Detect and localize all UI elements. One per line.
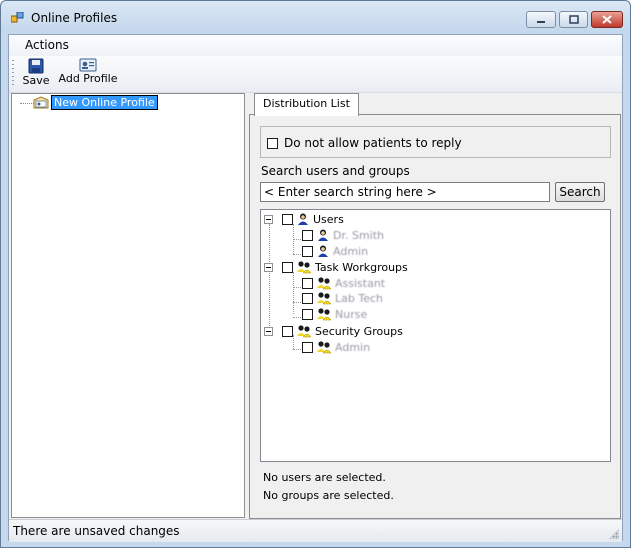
tree-label-user: Dr. Smith (333, 228, 385, 242)
main-window: Online Profiles Actions Save Add Profile… (0, 0, 631, 548)
users-checkbox[interactable] (282, 213, 293, 225)
tree-connector (293, 287, 301, 288)
tree-label-workgroup: Lab Tech (335, 291, 383, 305)
tree-connector (293, 272, 294, 314)
resize-grip[interactable] (609, 529, 619, 539)
workgroup-checkbox[interactable] (302, 277, 313, 289)
user-icon (298, 213, 308, 225)
users-groups-tree[interactable]: Users Dr. Smith Admin Task Workgroups As… (260, 209, 611, 462)
collapse-toggle[interactable] (264, 262, 273, 272)
close-button[interactable] (591, 11, 623, 28)
tree-connector (293, 317, 301, 318)
tree-connector (20, 103, 34, 104)
group-icon (317, 292, 332, 305)
workgroup-checkbox[interactable] (302, 308, 313, 320)
tree-node-security-groups[interactable]: Security Groups (264, 323, 403, 339)
tree-label-task-workgroups: Task Workgroups (315, 260, 408, 274)
tree-label-workgroup: Assistant (335, 276, 386, 290)
no-reply-checkbox[interactable] (267, 138, 278, 149)
tree-node-workgroup[interactable]: Lab Tech (302, 290, 383, 306)
search-input[interactable] (260, 182, 550, 202)
menu-actions[interactable]: Actions (19, 37, 75, 53)
user-icon (318, 229, 328, 241)
status-bar: There are unsaved changes (9, 519, 622, 542)
window-title: Online Profiles (31, 11, 118, 25)
security-group-checkbox[interactable] (302, 341, 313, 353)
tab-panel-distribution-list: Do not allow patients to reply Search us… (249, 114, 621, 519)
client-area: Actions Save Add Profile New Online Prof… (8, 34, 623, 542)
floppy-disk-icon (28, 58, 44, 74)
save-label: Save (22, 74, 50, 87)
tree-label-security-group: Admin (335, 340, 371, 354)
add-profile-label: Add Profile (58, 72, 118, 85)
tree-label-users: Users (313, 212, 344, 226)
task-workgroups-checkbox[interactable] (282, 261, 293, 273)
group-icon (317, 308, 332, 321)
tree-connector (269, 224, 270, 332)
tree-node-task-workgroups[interactable]: Task Workgroups (264, 259, 408, 275)
profile-item-new-online-profile[interactable]: New Online Profile (51, 95, 158, 110)
user-checkbox[interactable] (302, 229, 313, 241)
group-icon (297, 261, 312, 274)
menu-bar: Actions (9, 35, 622, 56)
tree-connector (293, 254, 301, 255)
tree-connector (293, 302, 301, 303)
reply-option-box: Do not allow patients to reply (260, 126, 611, 158)
search-button[interactable]: Search (555, 182, 605, 202)
tree-connector (293, 349, 301, 350)
workgroup-checkbox[interactable] (302, 292, 313, 304)
user-icon (318, 245, 328, 257)
tree-node-user[interactable]: Dr. Smith (302, 227, 384, 243)
save-button[interactable]: Save (21, 58, 51, 87)
distribution-panel: Distribution List Do not allow patients … (249, 93, 621, 519)
status-message: There are unsaved changes (13, 524, 180, 538)
group-icon (297, 325, 312, 338)
security-groups-checkbox[interactable] (282, 325, 293, 337)
user-checkbox[interactable] (302, 245, 313, 257)
add-profile-icon (79, 58, 97, 72)
group-icon (317, 341, 332, 354)
no-reply-label: Do not allow patients to reply (284, 136, 462, 150)
collapse-toggle[interactable] (264, 214, 273, 224)
app-icon (11, 12, 24, 23)
title-bar[interactable]: Online Profiles (1, 1, 630, 34)
minimize-button[interactable] (526, 11, 556, 28)
tree-node-workgroup[interactable]: Nurse (302, 306, 367, 322)
tree-node-workgroup[interactable]: Assistant (302, 275, 385, 291)
add-profile-button[interactable]: Add Profile (58, 58, 118, 85)
group-icon (317, 277, 332, 290)
groups-selection-status: No groups are selected. (263, 489, 394, 502)
users-selection-status: No users are selected. (263, 471, 386, 484)
tree-node-user[interactable]: Admin (302, 243, 368, 259)
maximize-icon (568, 15, 579, 24)
toolbar: Save Add Profile (9, 56, 622, 93)
tab-distribution-list[interactable]: Distribution List (254, 93, 359, 116)
tree-label-security-groups: Security Groups (315, 324, 403, 338)
tree-label-user: Admin (333, 244, 369, 258)
search-caption: Search users and groups (261, 164, 410, 178)
profile-card-icon (33, 96, 49, 109)
tree-node-security-group[interactable]: Admin (302, 339, 370, 355)
tree-connector (293, 239, 301, 240)
maximize-button[interactable] (559, 11, 588, 28)
tree-node-users[interactable]: Users (264, 211, 344, 227)
collapse-toggle[interactable] (264, 326, 273, 336)
minimize-icon (537, 20, 545, 23)
close-icon (602, 15, 612, 24)
tree-label-workgroup: Nurse (335, 307, 368, 321)
profiles-tree[interactable]: New Online Profile (11, 93, 245, 518)
toolbar-grip[interactable] (12, 60, 14, 86)
